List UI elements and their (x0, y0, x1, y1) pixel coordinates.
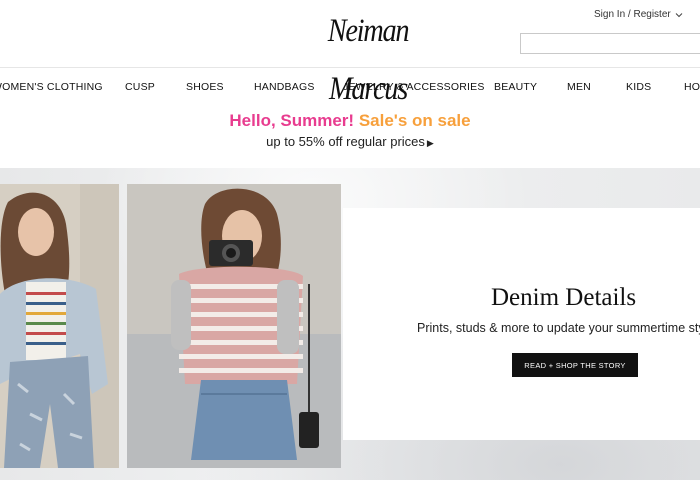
chevron-down-icon (675, 12, 683, 17)
sign-in-label: Sign In / Register (594, 9, 671, 20)
promo-sale: Sale's on sale (358, 111, 471, 130)
caret-right-icon: ▶ (426, 138, 434, 148)
hero-photo-right[interactable] (127, 184, 341, 468)
hero-title: Denim Details (491, 284, 637, 311)
header-divider (0, 67, 700, 68)
hero-photo-left[interactable] (0, 184, 119, 468)
sign-in-register-link[interactable]: Sign In / Register (594, 9, 684, 20)
promo-offer-link[interactable]: up to 55% off regular prices ▶ (0, 133, 700, 152)
search-input[interactable] (520, 33, 700, 54)
nav-item-shoes[interactable]: SHOES (186, 78, 224, 96)
promo-offer-text: up to 55% off regular prices (266, 134, 425, 149)
nav-item-beauty[interactable]: BEAUTY (494, 78, 537, 96)
nav-item-kids[interactable]: KIDS (626, 78, 651, 96)
nav-item-men[interactable]: MEN (567, 78, 591, 96)
hero-text-panel: Denim Details Prints, studs & more to up… (343, 208, 700, 440)
hero-banner: Denim Details Prints, studs & more to up… (0, 168, 700, 480)
read-shop-story-button[interactable]: READ + SHOP THE STORY (512, 353, 638, 377)
promo-hello: Hello, Summer! (229, 111, 355, 130)
nav-item-cusp[interactable]: CUSP (125, 78, 155, 96)
promo-headline: Hello, Summer! Sale's on sale (0, 110, 700, 132)
nav-item-jewelry-accessories[interactable]: JEWELRY & ACCESSORIES (343, 78, 485, 96)
model-left-illustration (0, 184, 119, 468)
main-nav: WOMEN'S CLOTHING CUSP SHOES HANDBAGS JEW… (0, 78, 700, 96)
hero-subtitle: Prints, studs & more to update your summ… (417, 321, 700, 335)
nav-item-home[interactable]: HOME (684, 78, 700, 96)
neiman-marcus-logo[interactable]: Neiman Marcus (299, 2, 437, 107)
nav-item-womens-clothing[interactable]: WOMEN'S CLOTHING (0, 78, 103, 96)
model-right-illustration (127, 184, 341, 468)
promo-banner: Hello, Summer! Sale's on sale up to 55% … (0, 110, 700, 152)
nav-item-handbags[interactable]: HANDBAGS (254, 78, 315, 96)
